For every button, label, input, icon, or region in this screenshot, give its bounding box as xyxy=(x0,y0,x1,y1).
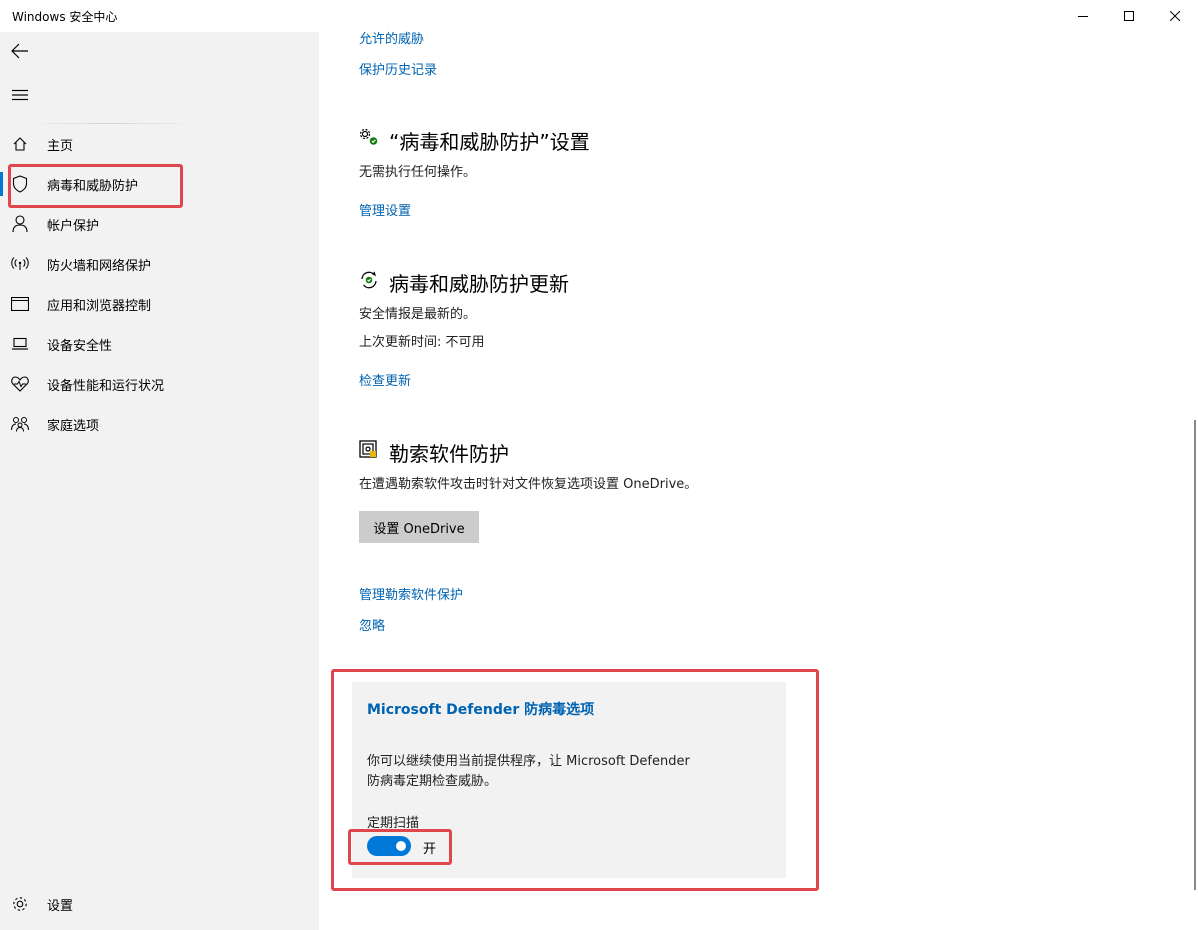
sidebar-item-label: 家庭选项 xyxy=(47,419,100,434)
sidebar: 主页 病毒和威胁防护 帐户保护 防火墙和网络保护 应用和浏览器控制 设备安全性 xyxy=(0,32,319,930)
sidebar-item-account-protection[interactable]: 帐户保护 xyxy=(0,204,319,244)
back-button[interactable] xyxy=(10,41,30,61)
settings-section-title: “病毒和威胁防护”设置 xyxy=(389,130,590,154)
highlight-box-toggle xyxy=(348,829,452,865)
protection-history-link[interactable]: 保护历史记录 xyxy=(359,59,437,78)
ransomware-description: 在遭遇勒索软件攻击时针对文件恢复选项设置 OneDrive。 xyxy=(359,477,698,492)
sidebar-item-firewall[interactable]: 防火墙和网络保护 xyxy=(0,244,319,284)
manage-ransomware-link[interactable]: 管理勒索软件保护 xyxy=(359,584,463,603)
laptop-icon xyxy=(10,334,30,354)
window-title: Windows 安全中心 xyxy=(12,10,118,24)
back-arrow-icon xyxy=(11,43,28,59)
title-bar: Windows 安全中心 xyxy=(0,0,1198,32)
person-icon xyxy=(10,214,30,234)
sidebar-item-label: 设备安全性 xyxy=(47,339,113,354)
wifi-icon xyxy=(10,254,30,274)
sidebar-item-label: 帐户保护 xyxy=(47,219,100,234)
last-update-text: 上次更新时间: 不可用 xyxy=(359,335,485,350)
manage-settings-link[interactable]: 管理设置 xyxy=(359,200,411,219)
sidebar-item-device-security[interactable]: 设备安全性 xyxy=(0,324,319,364)
sidebar-item-device-health[interactable]: 设备性能和运行状况 xyxy=(0,364,319,404)
settings-status-text: 无需执行任何操作。 xyxy=(359,165,477,180)
allowed-threats-link[interactable]: 允许的威胁 xyxy=(359,28,424,47)
app-browser-icon xyxy=(10,294,30,314)
update-refresh-icon xyxy=(361,271,377,289)
sidebar-item-settings[interactable]: 设置 xyxy=(0,884,319,924)
sidebar-item-label: 设备性能和运行状况 xyxy=(47,379,165,394)
sidebar-item-label: 防火墙和网络保护 xyxy=(47,259,152,274)
close-button[interactable] xyxy=(1152,0,1198,32)
main-content: 允许的威胁 保护历史记录 “病毒和威胁防护”设置 无需执行任何操作。 管理设置 … xyxy=(319,32,1198,930)
sidebar-item-app-browser[interactable]: 应用和浏览器控制 xyxy=(0,284,319,324)
family-icon xyxy=(10,414,30,434)
sidebar-settings-label: 设置 xyxy=(47,899,74,914)
sidebar-item-label: 主页 xyxy=(47,139,74,154)
hamburger-icon xyxy=(12,89,28,101)
sidebar-item-home[interactable]: 主页 xyxy=(0,124,319,164)
dismiss-link[interactable]: 忽略 xyxy=(359,615,385,634)
settings-gears-icon xyxy=(359,128,378,145)
check-updates-link[interactable]: 检查更新 xyxy=(359,370,411,389)
sidebar-item-label: 应用和浏览器控制 xyxy=(47,299,152,314)
setup-onedrive-button[interactable]: 设置 OneDrive xyxy=(359,511,479,543)
gear-icon xyxy=(10,894,30,914)
minimize-button[interactable] xyxy=(1060,0,1106,32)
highlight-box-virus-protection xyxy=(8,164,183,208)
ransomware-section-title: 勒索软件防护 xyxy=(389,442,509,466)
updates-status-text: 安全情报是最新的。 xyxy=(359,307,477,322)
sidebar-item-family-options[interactable]: 家庭选项 xyxy=(0,404,319,444)
updates-section-title: 病毒和威胁防护更新 xyxy=(389,272,569,296)
ransomware-folder-icon xyxy=(359,440,377,458)
scrollbar-thumb[interactable] xyxy=(1194,420,1196,890)
maximize-icon xyxy=(1124,11,1134,21)
active-indicator xyxy=(0,172,3,196)
hamburger-menu-button[interactable] xyxy=(10,85,30,105)
heart-icon xyxy=(10,374,30,394)
close-icon xyxy=(1170,11,1180,21)
home-icon xyxy=(10,134,30,154)
minimize-icon xyxy=(1078,16,1088,17)
maximize-button[interactable] xyxy=(1106,0,1152,32)
